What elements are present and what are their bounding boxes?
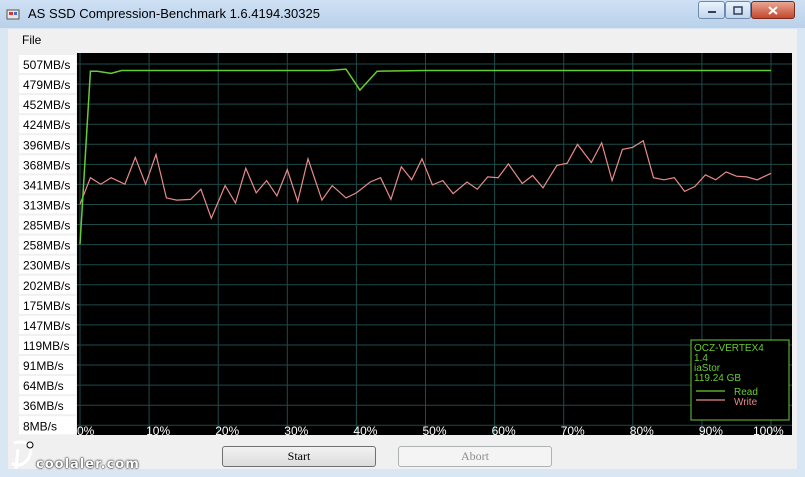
x-tick-label: 50%: [423, 424, 447, 438]
y-tick-label: 396MB/s: [23, 138, 70, 152]
close-icon: [768, 5, 778, 15]
y-tick-label: 424MB/s: [23, 118, 70, 132]
start-button[interactable]: Start: [222, 446, 376, 467]
watermark-text: coolaler.com: [36, 457, 140, 472]
y-tick-label: 91MB/s: [23, 359, 64, 373]
maximize-button[interactable]: [725, 1, 751, 19]
benchmark-chart: 507MB/s 479MB/s 452MB/s 424MB/s 396MB/s 368MB…: [18, 53, 793, 438]
maximize-icon: [733, 5, 743, 15]
close-button[interactable]: [751, 1, 795, 19]
plot-area: [77, 53, 792, 435]
y-tick-label: 341MB/s: [23, 178, 70, 192]
x-tick-label: 60%: [492, 424, 516, 438]
legend-size: 119.24 GB: [694, 373, 741, 384]
menu-file[interactable]: File: [22, 33, 41, 47]
y-tick-label: 368MB/s: [23, 158, 70, 172]
y-tick-label: 258MB/s: [23, 239, 70, 253]
menu-bar: File: [8, 29, 797, 51]
chart-legend: OCZ-VERTEX4 1.4 iaStor 119.24 GB Read Wr…: [690, 339, 790, 421]
y-tick-label: 64MB/s: [23, 379, 64, 393]
y-tick-label: 313MB/s: [23, 198, 70, 212]
y-tick-label: 147MB/s: [23, 319, 70, 333]
x-tick-label: 30%: [284, 424, 308, 438]
x-tick-label: 40%: [353, 424, 377, 438]
minimize-button[interactable]: [698, 1, 725, 19]
x-tick-label: 20%: [215, 424, 239, 438]
x-tick-label: 100%: [753, 424, 784, 438]
y-tick-label: 175MB/s: [23, 299, 70, 313]
y-tick-label: 8MB/s: [23, 419, 57, 433]
legend-write-label: Write: [734, 397, 758, 408]
window-title: AS SSD Compression-Benchmark 1.6.4194.30…: [28, 6, 320, 21]
y-tick-label: 36MB/s: [23, 399, 64, 413]
abort-button[interactable]: Abort: [398, 446, 552, 467]
y-tick-label: 230MB/s: [23, 259, 70, 273]
x-tick-label: 70%: [561, 424, 585, 438]
client-area: 507MB/s 479MB/s 452MB/s 424MB/s 396MB/s 368MB…: [8, 51, 797, 469]
y-tick-label: 119MB/s: [23, 339, 69, 353]
watermark-logo-icon: [10, 440, 34, 470]
x-tick-label: 10%: [146, 424, 170, 438]
minimize-icon: [707, 11, 716, 13]
y-tick-label: 452MB/s: [23, 98, 70, 112]
x-tick-label: 80%: [630, 424, 654, 438]
x-tick-label: 90%: [699, 424, 723, 438]
y-tick-label: 507MB/s: [23, 58, 70, 72]
y-tick-label: 479MB/s: [23, 78, 70, 92]
app-icon: [6, 7, 20, 21]
y-tick-label: 285MB/s: [23, 219, 70, 233]
y-axis-labels: 507MB/s 479MB/s 452MB/s 424MB/s 396MB/s 368MB…: [19, 55, 76, 435]
title-bar[interactable]: AS SSD Compression-Benchmark 1.6.4194.30…: [0, 0, 805, 28]
app-window: AS SSD Compression-Benchmark 1.6.4194.30…: [0, 0, 805, 477]
x-tick-label: 0%: [77, 424, 95, 438]
y-tick-label: 202MB/s: [23, 279, 70, 293]
